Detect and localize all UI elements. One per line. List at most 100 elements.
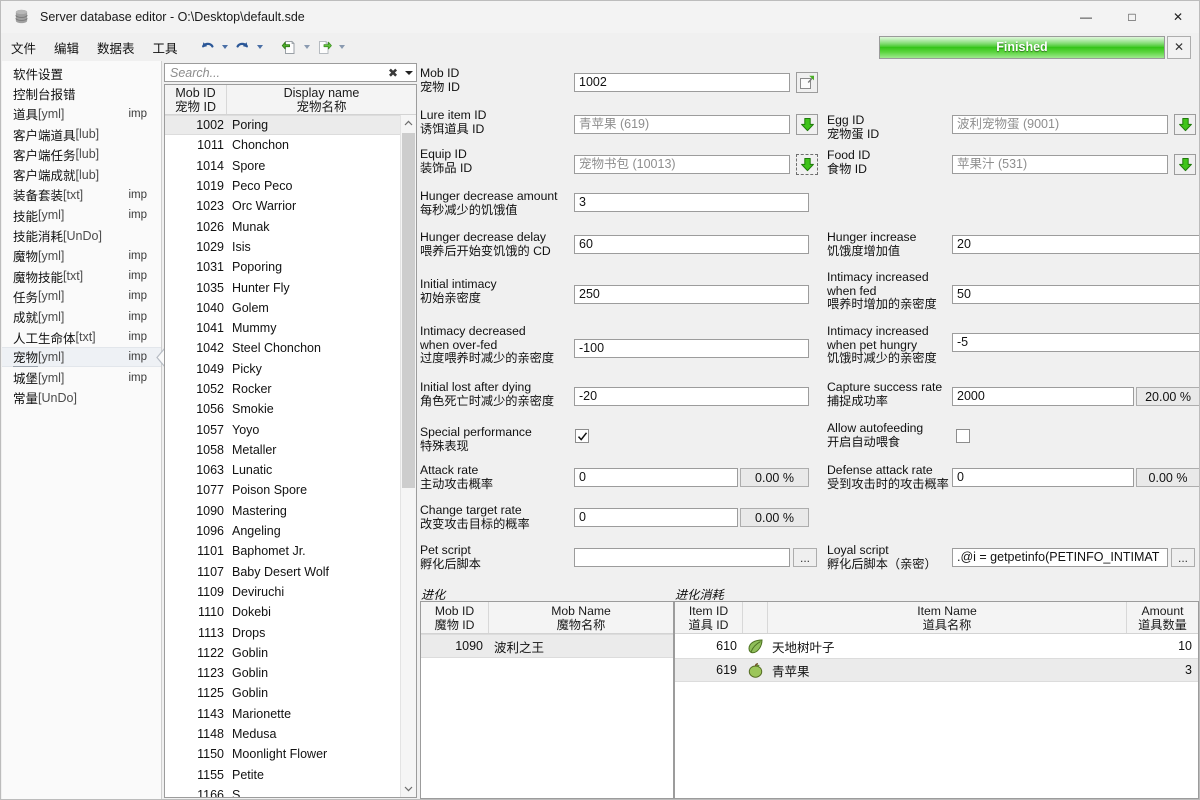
capture-rate-input[interactable]: 2000 bbox=[952, 387, 1134, 406]
mob-list-row[interactable]: 1052Rocker bbox=[165, 379, 416, 399]
export-dropdown-icon[interactable] bbox=[337, 35, 348, 59]
hunger-increase-input[interactable]: 20 bbox=[952, 235, 1200, 254]
sidebar-item-1[interactable]: 控制台报错 bbox=[2, 83, 161, 103]
mob-list-row[interactable]: 1026Munak bbox=[165, 216, 416, 236]
evolution-cost-row[interactable]: 619青苹果3 bbox=[675, 658, 1198, 682]
sidebar-item-import-flag[interactable]: imp bbox=[128, 108, 147, 120]
sidebar-item-4[interactable]: 客户端任务 [lub] bbox=[2, 144, 161, 164]
mob-list-row[interactable]: 1023Orc Warrior bbox=[165, 196, 416, 216]
mob-list-row[interactable]: 1077Poison Spore bbox=[165, 480, 416, 500]
mob-list-row[interactable]: 1101Baphomet Jr. bbox=[165, 541, 416, 561]
search-input[interactable] bbox=[165, 65, 384, 81]
evolution-col-mob-name[interactable]: Mob Name 魔物名称 bbox=[489, 602, 673, 633]
loyal-script-input[interactable]: .@i = getpetinfo(PETINFO_INTIMAT bbox=[952, 548, 1168, 567]
scroll-down-icon[interactable] bbox=[401, 781, 416, 797]
menu-tools[interactable]: 工具 bbox=[145, 35, 186, 60]
scroll-up-icon[interactable] bbox=[401, 115, 416, 131]
search-options-icon[interactable] bbox=[402, 71, 416, 75]
sidebar-item-import-flag[interactable]: imp bbox=[128, 270, 147, 282]
menu-file[interactable]: 文件 bbox=[3, 35, 44, 60]
food-id-pick-button[interactable] bbox=[1174, 154, 1196, 175]
sidebar-item-7[interactable]: 技能 [yml]imp bbox=[2, 205, 161, 225]
sidebar-item-import-flag[interactable]: imp bbox=[128, 311, 147, 323]
mob-list-row[interactable]: 1058Metaller bbox=[165, 440, 416, 460]
sidebar-item-import-flag[interactable]: imp bbox=[128, 351, 147, 363]
column-header-display-name[interactable]: Display name 宠物名称 bbox=[227, 85, 416, 114]
import-control[interactable] bbox=[278, 35, 313, 59]
sidebar-item-6[interactable]: 装备套装 [txt]imp bbox=[2, 185, 161, 205]
redo-control[interactable] bbox=[231, 35, 266, 59]
intimacy-fed-input[interactable]: 50 bbox=[952, 285, 1200, 304]
sidebar-item-8[interactable]: 技能消耗 [UnDo] bbox=[2, 225, 161, 245]
sidebar-item-3[interactable]: 客户端道具 [lub] bbox=[2, 124, 161, 144]
mob-list-row[interactable]: 1113Drops bbox=[165, 622, 416, 642]
menu-datatable[interactable]: 数据表 bbox=[89, 35, 143, 60]
hunger-decrease-delay-input[interactable]: 60 bbox=[574, 235, 809, 254]
mob-list-row[interactable]: 1148Medusa bbox=[165, 724, 416, 744]
mob-id-input[interactable]: 1002 bbox=[574, 73, 790, 92]
defense-attack-rate-input[interactable]: 0 bbox=[952, 468, 1134, 487]
lure-item-id-input[interactable]: 青苹果 (619) bbox=[574, 115, 790, 134]
sidebar-item-5[interactable]: 客户端成就 [lub] bbox=[2, 164, 161, 184]
undo-control[interactable] bbox=[196, 35, 231, 59]
cost-col-icon[interactable] bbox=[743, 602, 768, 633]
sidebar-item-0[interactable]: 软件设置 bbox=[2, 63, 161, 83]
mob-list-row[interactable]: 1019Peco Peco bbox=[165, 176, 416, 196]
change-target-rate-input[interactable]: 0 bbox=[574, 508, 738, 527]
intimacy-overfed-input[interactable]: -100 bbox=[574, 339, 809, 358]
special-performance-checkbox[interactable] bbox=[575, 429, 589, 443]
intimacy-hungry-input[interactable]: -5 bbox=[952, 333, 1200, 352]
sidebar-item-import-flag[interactable]: imp bbox=[128, 189, 147, 201]
mob-list-row[interactable]: 1143Marionette bbox=[165, 704, 416, 724]
import-icon[interactable] bbox=[278, 35, 302, 59]
mob-list-row[interactable]: 1090Mastering bbox=[165, 501, 416, 521]
mob-list-row[interactable]: 1029Isis bbox=[165, 237, 416, 257]
mob-list-row[interactable]: 1155Petite bbox=[165, 765, 416, 785]
redo-icon[interactable] bbox=[231, 35, 255, 59]
egg-id-input[interactable]: 波利宠物蛋 (9001) bbox=[952, 115, 1168, 134]
mob-list-row[interactable]: 1150Moonlight Flower bbox=[165, 744, 416, 764]
pet-script-input[interactable] bbox=[574, 548, 790, 567]
pet-script-browse-button[interactable]: ... bbox=[793, 548, 817, 567]
sidebar-item-14[interactable]: 宠物 [yml]imp bbox=[2, 347, 161, 367]
close-button[interactable]: ✕ bbox=[1155, 1, 1200, 33]
sidebar-item-import-flag[interactable]: imp bbox=[128, 331, 147, 343]
sidebar-item-import-flag[interactable]: imp bbox=[128, 372, 147, 384]
menu-edit[interactable]: 编辑 bbox=[46, 35, 87, 60]
mob-list-scrollbar[interactable] bbox=[400, 115, 416, 797]
mob-list-row[interactable]: 1014Spore bbox=[165, 156, 416, 176]
sidebar-item-import-flag[interactable]: imp bbox=[128, 209, 147, 221]
undo-dropdown-icon[interactable] bbox=[220, 35, 231, 59]
cost-col-item-id[interactable]: Item ID 道具 ID bbox=[675, 602, 743, 633]
mob-list-row[interactable]: 1063Lunatic bbox=[165, 460, 416, 480]
mob-list-row[interactable]: 1035Hunter Fly bbox=[165, 277, 416, 297]
food-id-input[interactable]: 苹果汁 (531) bbox=[952, 155, 1168, 174]
sidebar-item-import-flag[interactable]: imp bbox=[128, 250, 147, 262]
equip-id-input[interactable]: 宠物书包 (10013) bbox=[574, 155, 790, 174]
sidebar-item-16[interactable]: 常量 [UnDo] bbox=[2, 388, 161, 408]
sidebar-item-9[interactable]: 魔物 [yml]imp bbox=[2, 246, 161, 266]
mob-list-row[interactable]: 1031Poporing bbox=[165, 257, 416, 277]
search-box[interactable]: ✖ bbox=[164, 63, 417, 82]
maximize-button[interactable]: □ bbox=[1109, 1, 1155, 33]
import-dropdown-icon[interactable] bbox=[302, 35, 313, 59]
evolution-row[interactable]: 1090波利之王 bbox=[421, 634, 673, 658]
mob-list-row[interactable]: 1107Baby Desert Wolf bbox=[165, 562, 416, 582]
sidebar-item-2[interactable]: 道具 [yml]imp bbox=[2, 104, 161, 124]
progress-close-button[interactable]: ✕ bbox=[1167, 36, 1191, 59]
initial-intimacy-input[interactable]: 250 bbox=[574, 285, 809, 304]
mob-list-row[interactable]: 1049Picky bbox=[165, 359, 416, 379]
hunger-decrease-amount-input[interactable]: 3 bbox=[574, 193, 809, 212]
mob-list-row[interactable]: 1166S bbox=[165, 785, 416, 798]
mob-list-row[interactable]: 1123Goblin bbox=[165, 663, 416, 683]
export-control[interactable] bbox=[313, 35, 348, 59]
mob-id-edit-button[interactable] bbox=[796, 72, 818, 93]
sidebar-item-13[interactable]: 人工生命体 [txt]imp bbox=[2, 327, 161, 347]
mob-list-row[interactable]: 1041Mummy bbox=[165, 318, 416, 338]
sidebar-item-11[interactable]: 任务 [yml]imp bbox=[2, 286, 161, 306]
mob-list-row[interactable]: 1042Steel Chonchon bbox=[165, 338, 416, 358]
mob-list-row[interactable]: 1109Deviruchi bbox=[165, 582, 416, 602]
allow-autofeeding-checkbox[interactable] bbox=[956, 429, 970, 443]
sidebar-item-12[interactable]: 成就 [yml]imp bbox=[2, 307, 161, 327]
scrollbar-thumb[interactable] bbox=[402, 133, 415, 488]
